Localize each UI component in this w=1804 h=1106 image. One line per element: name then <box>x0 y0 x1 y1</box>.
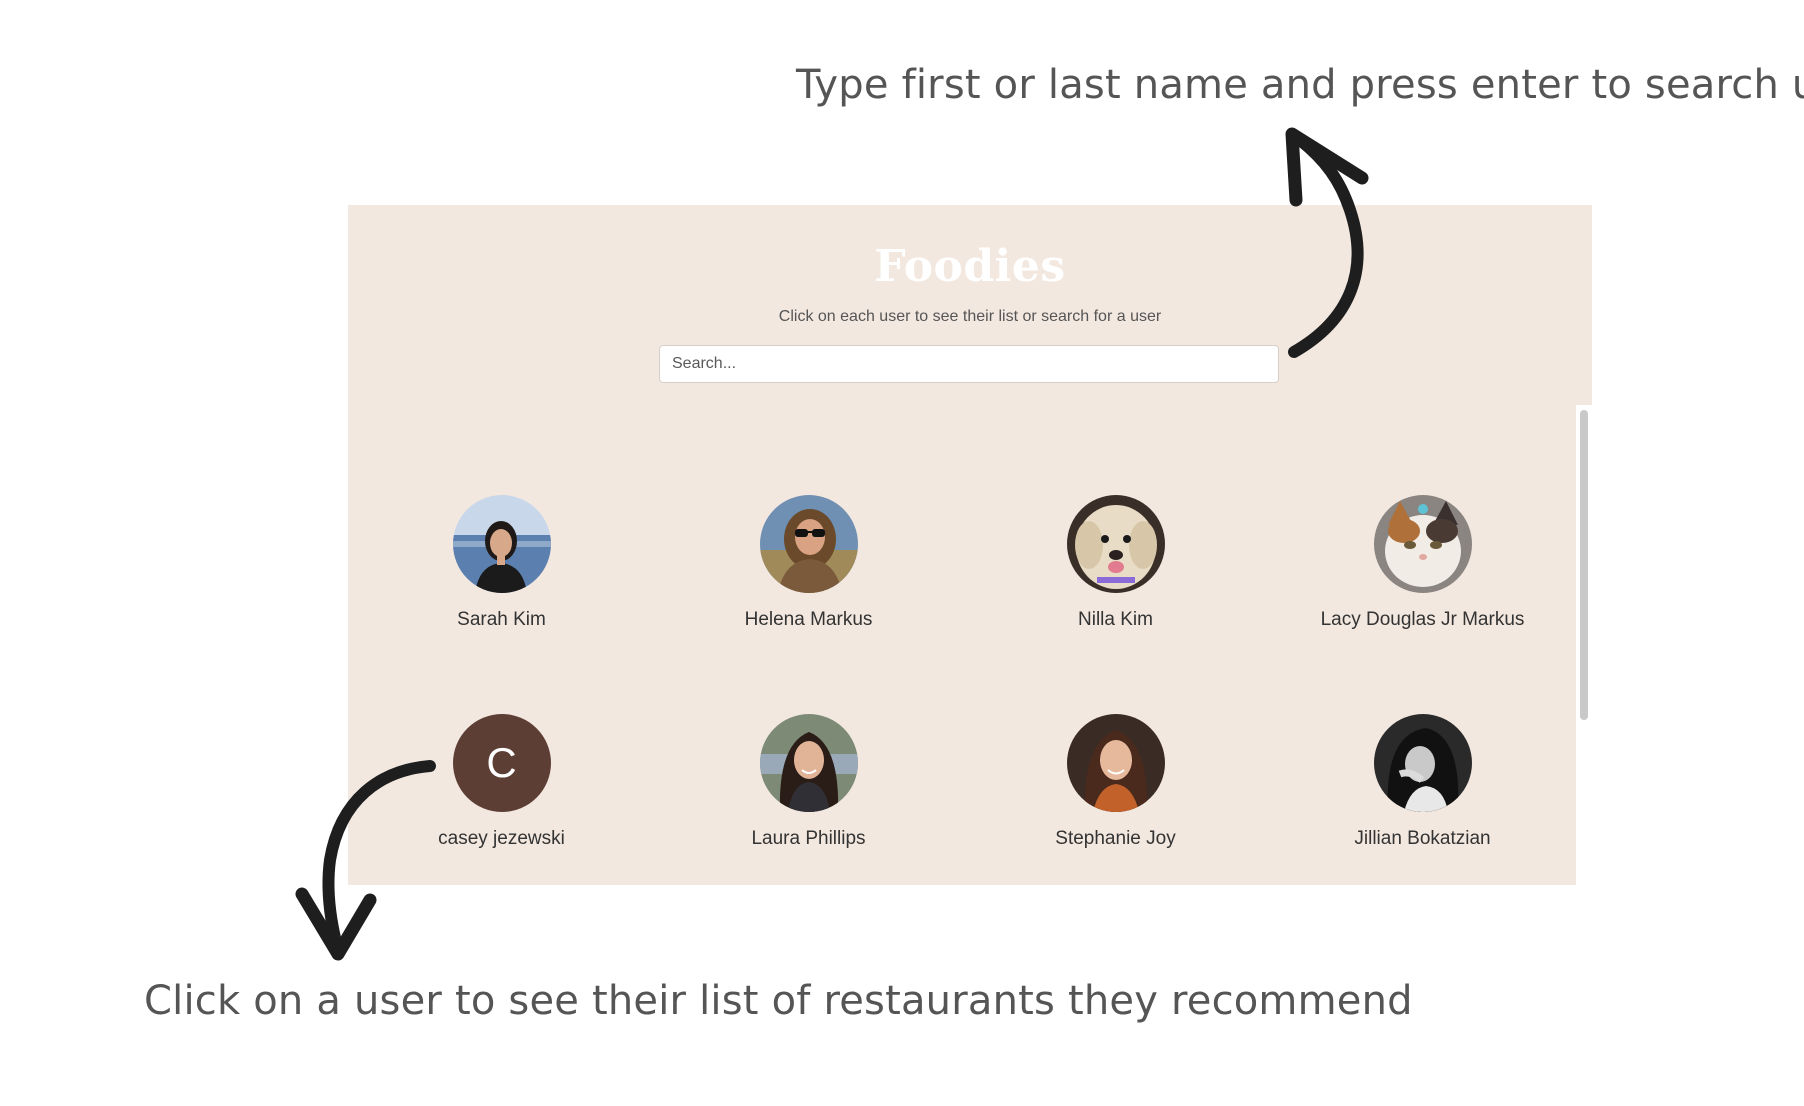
user-photo-icon <box>1373 714 1472 812</box>
letter-avatar[interactable]: C <box>452 714 551 812</box>
user-card-sarah-kim[interactable]: Sarah Kim <box>348 495 655 714</box>
user-name[interactable]: Sarah Kim <box>457 609 546 631</box>
user-click-instruction-annotation: Click on a user to see their list of res… <box>144 978 1413 1024</box>
search-input[interactable] <box>659 345 1279 383</box>
avatar[interactable] <box>1373 495 1472 593</box>
user-card-helena-markus[interactable]: Helena Markus <box>655 495 962 714</box>
avatar[interactable] <box>452 495 551 593</box>
user-photo-icon <box>1066 714 1165 812</box>
user-name[interactable]: casey jezewski <box>438 828 565 850</box>
user-card-laura-phillips[interactable]: Laura Phillips <box>655 714 962 885</box>
user-name[interactable]: Stephanie Joy <box>1055 828 1175 850</box>
app-title: Foodies <box>874 241 1066 292</box>
user-photo-icon <box>759 714 858 812</box>
user-card-stephanie-joy[interactable]: Stephanie Joy <box>962 714 1269 885</box>
avatar[interactable] <box>759 714 858 812</box>
avatar[interactable] <box>1066 495 1165 593</box>
avatar[interactable] <box>1373 714 1472 812</box>
user-name[interactable]: Helena Markus <box>745 609 873 631</box>
user-photo-icon <box>759 495 858 593</box>
avatar[interactable] <box>1066 714 1165 812</box>
app-subtitle: Click on each user to see their list or … <box>778 308 1162 325</box>
scrollbar-thumb[interactable] <box>1580 410 1588 720</box>
user-name[interactable]: Nilla Kim <box>1078 609 1153 631</box>
search-instruction-annotation: Type first or last name and press enter … <box>796 62 1804 108</box>
user-card-jillian-bokatzian[interactable]: Jillian Bokatzian <box>1269 714 1576 885</box>
tutorial-stage: Type first or last name and press enter … <box>0 0 1804 1106</box>
users-grid: Sarah Kim Helena Markus Nilla Kim Lacy D… <box>348 495 1576 885</box>
user-card-casey-jezewski[interactable]: C casey jezewski <box>348 714 655 885</box>
user-name[interactable]: Lacy Douglas Jr Markus <box>1321 609 1525 631</box>
user-name[interactable]: Laura Phillips <box>751 828 865 850</box>
user-name[interactable]: Jillian Bokatzian <box>1354 828 1490 850</box>
cat-photo-icon <box>1373 495 1472 593</box>
user-card-lacy-douglas-jr-markus[interactable]: Lacy Douglas Jr Markus <box>1269 495 1576 714</box>
foodies-app-window: Foodies Click on each user to see their … <box>348 205 1592 885</box>
user-photo-icon <box>452 495 551 593</box>
dog-photo-icon <box>1066 495 1165 593</box>
avatar[interactable] <box>759 495 858 593</box>
user-card-nilla-kim[interactable]: Nilla Kim <box>962 495 1269 714</box>
